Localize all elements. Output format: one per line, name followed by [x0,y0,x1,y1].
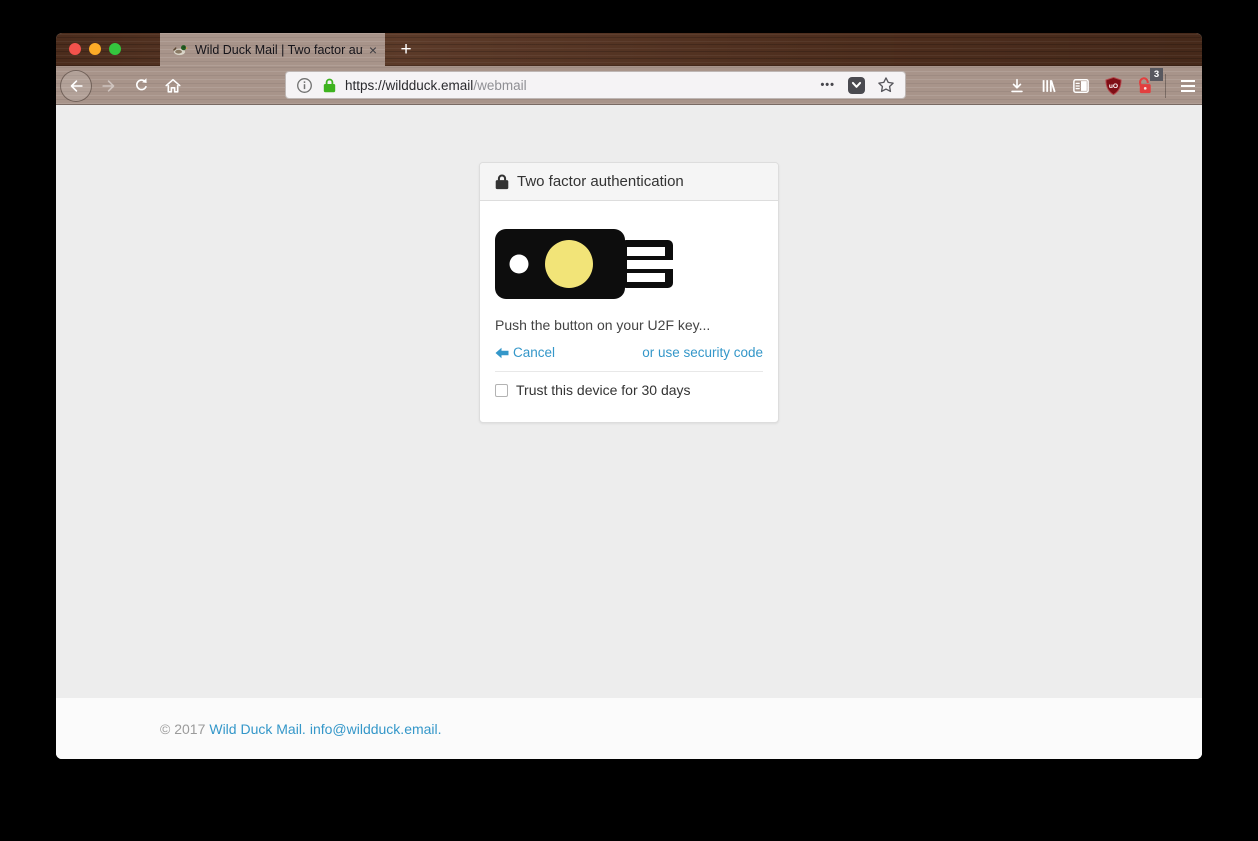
trust-device-option[interactable]: Trust this device for 30 days [495,382,763,398]
url-path: /webmail [473,78,526,93]
download-icon [1008,77,1026,95]
back-button[interactable] [60,66,92,105]
trust-device-label: Trust this device for 30 days [516,382,691,398]
close-window-button[interactable] [69,43,81,55]
pocket-icon[interactable] [848,77,865,94]
page-viewport: Two factor authentication Push the butto… [56,105,1202,759]
navigation-toolbar: https://wildduck.email/webmail ••• [56,66,1202,105]
site-link[interactable]: Wild Duck Mail. [209,721,305,737]
copyright-text: © 2017 [160,721,205,737]
forward-button[interactable] [93,66,125,105]
tab-title: Wild Duck Mail | Two factor authenticati… [195,43,363,57]
sidebar-icon [1072,78,1090,94]
panel-title: Two factor authentication [517,173,684,190]
reload-icon [133,77,150,94]
bookmark-star-icon[interactable] [877,76,895,94]
zoom-window-button[interactable] [109,43,121,55]
https-lock-icon[interactable] [323,78,336,93]
panel-header: Two factor authentication [480,163,778,201]
arrow-left-icon [495,347,509,359]
email-link[interactable]: info@wildduck.email. [310,721,442,737]
url-host: https://wildduck.email [345,78,473,93]
use-security-code-link[interactable]: or use security code [642,345,763,360]
minimize-window-button[interactable] [89,43,101,55]
lock-icon [495,174,509,190]
url-text[interactable]: https://wildduck.email/webmail [345,78,820,93]
toolbar-separator [1165,74,1166,98]
hamburger-icon [1180,79,1196,93]
divider [495,371,763,372]
reload-button[interactable] [125,66,157,105]
back-icon [60,70,92,102]
site-footer: © 2017 Wild Duck Mail. info@wildduck.ema… [56,698,1202,759]
cancel-link[interactable]: Cancel [495,345,555,360]
panel-body: Push the button on your U2F key... Cance… [480,201,778,422]
home-button[interactable] [157,66,189,105]
svg-text:uO: uO [1108,82,1117,89]
two-factor-panel: Two factor authentication Push the butto… [479,162,779,423]
forward-icon [100,77,118,95]
browser-tab[interactable]: Wild Duck Mail | Two factor authenticati… [160,33,385,66]
new-tab-button[interactable]: + [393,33,419,66]
toolbar-right-icons: uO 3 [1001,66,1202,105]
library-button[interactable] [1033,66,1065,105]
page-info-icon[interactable] [296,77,313,94]
u2f-instruction-text: Push the button on your U2F key... [495,317,763,333]
links-row: Cancel or use security code [495,345,763,360]
trust-device-checkbox[interactable] [495,384,508,397]
browser-window: Wild Duck Mail | Two factor authenticati… [56,33,1202,759]
menu-button[interactable] [1172,66,1202,105]
tab-bar: Wild Duck Mail | Two factor authenticati… [56,33,1202,66]
url-bar[interactable]: https://wildduck.email/webmail ••• [285,71,906,99]
sidebar-button[interactable] [1065,66,1097,105]
ublock-origin-button[interactable]: uO [1097,66,1129,105]
downloads-button[interactable] [1001,66,1033,105]
tab-close-icon[interactable]: × [369,43,377,57]
duck-favicon-icon [171,43,188,57]
u2f-key-image [495,229,674,299]
window-controls [69,43,121,55]
extension-badge: 3 [1150,68,1163,81]
ublock-shield-icon: uO [1104,76,1123,96]
home-icon [164,77,182,95]
page-actions-icon[interactable]: ••• [820,79,835,91]
privacy-lock-extension-button[interactable]: 3 [1129,66,1161,105]
library-icon [1040,77,1058,95]
